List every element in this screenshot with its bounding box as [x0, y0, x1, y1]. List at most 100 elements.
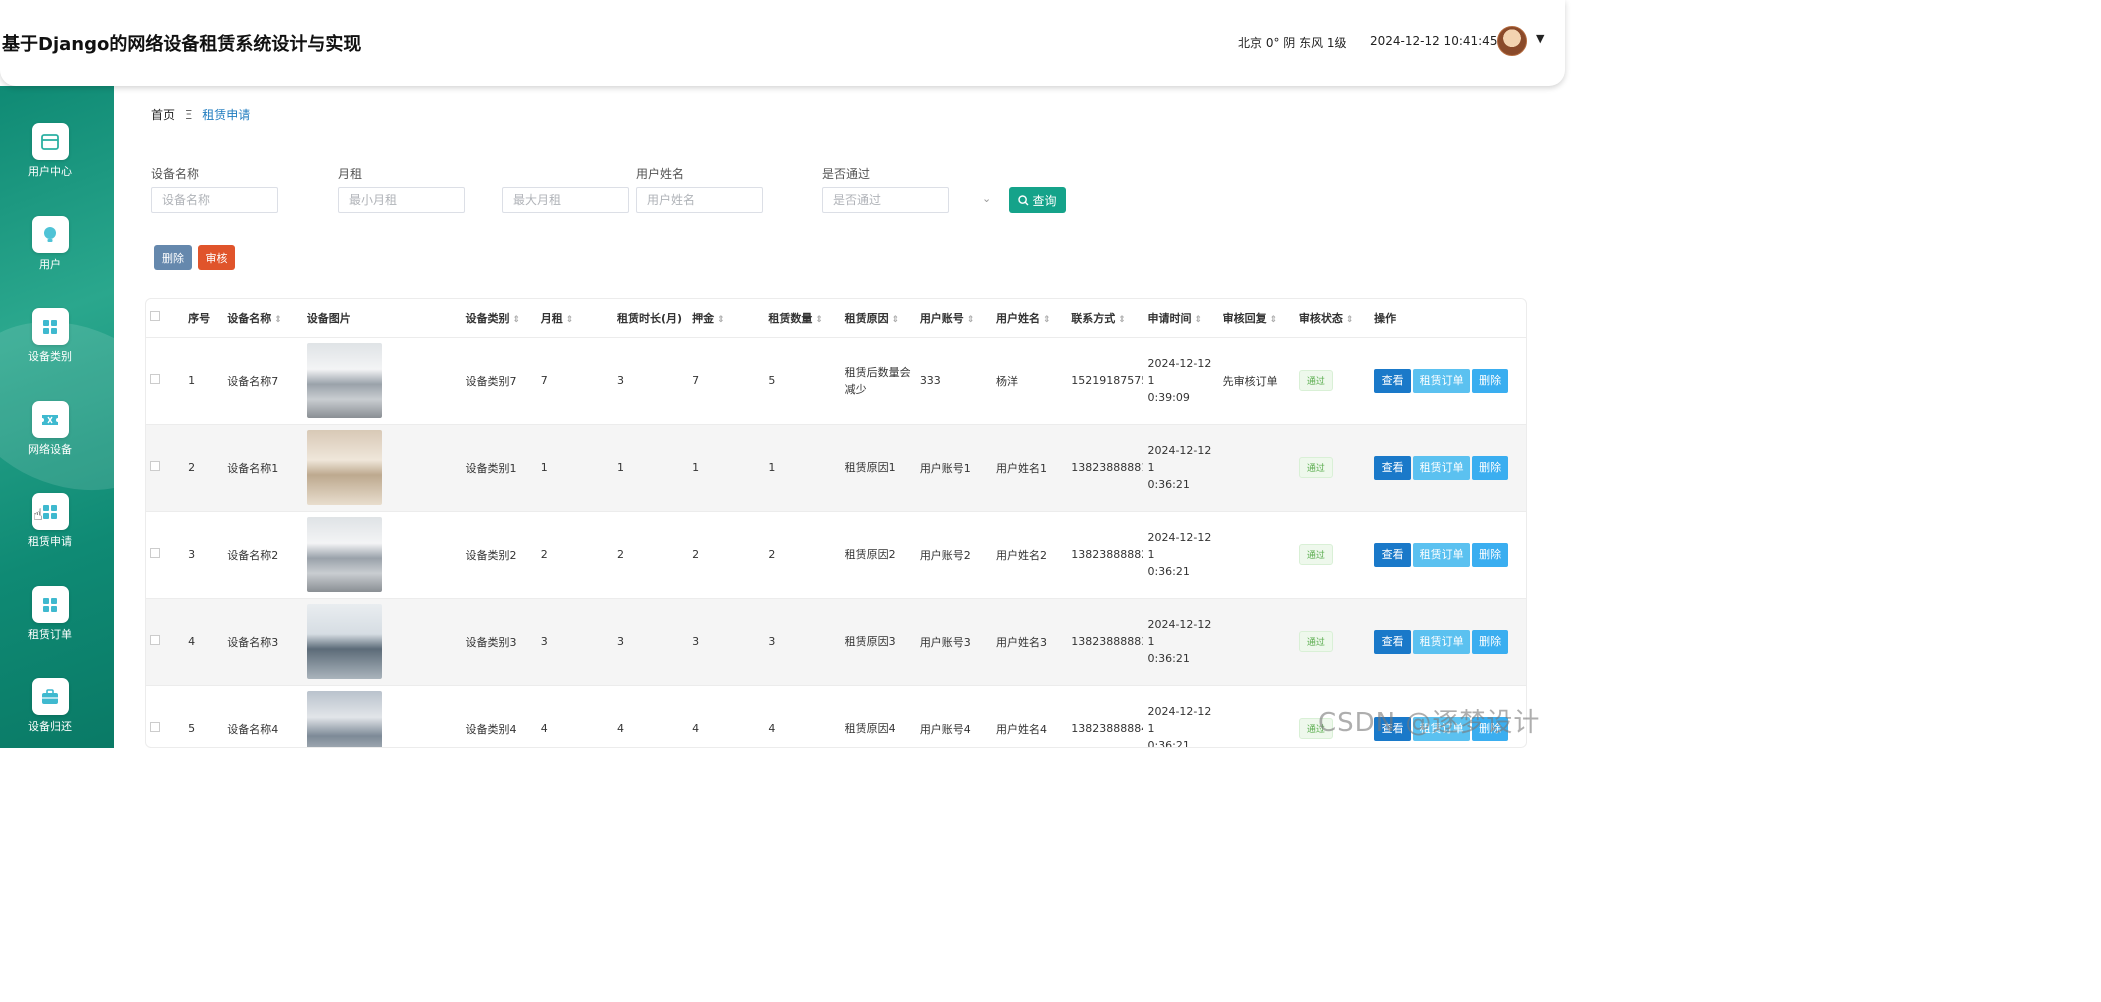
- user-name-input[interactable]: [636, 187, 763, 213]
- col-header[interactable]: 联系方式 ⇕: [1067, 299, 1143, 337]
- col-header[interactable]: 用户姓名 ⇕: [992, 299, 1067, 337]
- sidebar-item-label: 设备归还: [28, 720, 72, 733]
- delete-button[interactable]: 删除: [1472, 455, 1509, 480]
- device-thumbnail[interactable]: [306, 517, 382, 592]
- cell-review-reply: [1219, 424, 1295, 511]
- rental-order-button[interactable]: 租赁订单: [1413, 542, 1471, 567]
- col-header[interactable]: 申请时间 ⇕: [1143, 299, 1218, 337]
- cell-apply-time: 2024-12-12 1 0:39:09: [1147, 357, 1212, 404]
- sidebar-item-users[interactable]: 用户: [0, 216, 100, 272]
- sort-icon: ⇕: [1194, 314, 1203, 325]
- datetime-display: 2024-12-12 10:41:45: [1370, 34, 1498, 48]
- view-button[interactable]: 查看: [1374, 368, 1412, 393]
- query-button-label: 查询: [1032, 193, 1057, 208]
- watermark: CSDN @逐梦设计: [1318, 708, 1541, 738]
- cell-rent: 2: [540, 548, 548, 561]
- status-badge: 通过: [1298, 370, 1333, 391]
- caret-down-icon[interactable]: ▼: [1536, 32, 1544, 45]
- cell-quantity: 3: [768, 635, 776, 648]
- sidebar-item-network-device[interactable]: 网络设备: [0, 401, 100, 457]
- cell-user-name: 用户姓名3: [996, 635, 1048, 649]
- col-header[interactable]: 押金 ⇕: [688, 299, 764, 337]
- view-button[interactable]: 查看: [1374, 542, 1412, 567]
- cell-apply-time: 2024-12-12 1 0:36:21: [1147, 618, 1212, 665]
- delete-button[interactable]: 删除: [1472, 629, 1509, 654]
- sort-icon: ⇕: [1269, 314, 1278, 325]
- col-header[interactable]: 租赁时长(月): [613, 299, 688, 337]
- cell-device-name: 设备名称1: [227, 461, 279, 475]
- sidebar-item-label: 网络设备: [28, 443, 72, 456]
- cell-review-reply: [1219, 511, 1295, 598]
- cell-device-name: 设备名称3: [227, 635, 279, 649]
- briefcase-icon: [31, 678, 69, 715]
- cell-no: 2: [188, 461, 196, 474]
- batch-delete-button[interactable]: 删除: [154, 245, 192, 270]
- chevron-down-icon[interactable]: ⌄: [982, 192, 991, 205]
- approved-select[interactable]: [822, 187, 949, 213]
- cell-phone: 13823888881: [1071, 461, 1144, 474]
- col-header[interactable]: 审核状态 ⇕: [1295, 299, 1370, 337]
- col-header[interactable]: 设备类别 ⇕: [462, 299, 537, 337]
- device-thumbnail[interactable]: [306, 430, 382, 505]
- cell-category: 设备类别3: [465, 635, 517, 649]
- view-button[interactable]: 查看: [1374, 629, 1412, 654]
- cell-deposit: 7: [692, 374, 700, 387]
- delete-button[interactable]: 删除: [1472, 542, 1509, 567]
- col-header[interactable]: 设备名称 ⇕: [223, 299, 302, 337]
- min-rent-input[interactable]: [338, 187, 465, 213]
- cell-quantity: 5: [768, 374, 776, 387]
- row-checkbox[interactable]: [150, 374, 160, 384]
- cell-device-name: 设备名称2: [227, 548, 279, 562]
- sort-icon: ⇕: [1043, 314, 1051, 325]
- sidebar-item-rental-orders[interactable]: 租赁订单: [0, 586, 100, 642]
- device-thumbnail[interactable]: [306, 343, 382, 418]
- cell-no: 3: [188, 548, 196, 561]
- cell-quantity: 2: [768, 548, 776, 561]
- cell-device-image: [303, 598, 462, 685]
- rental-order-button[interactable]: 租赁订单: [1413, 455, 1471, 480]
- cell-no: 5: [188, 722, 196, 736]
- delete-button[interactable]: 删除: [1472, 368, 1509, 393]
- app-title: 基于Django的网络设备租赁系统设计与实现: [2, 34, 362, 55]
- query-button[interactable]: 查询: [1009, 187, 1066, 213]
- status-badge: 通过: [1298, 544, 1333, 565]
- sidebar-item-device-return[interactable]: 设备归还: [0, 678, 100, 734]
- cell-duration: 4: [616, 722, 624, 736]
- breadcrumb-home[interactable]: 首页: [151, 108, 175, 122]
- rental-order-button[interactable]: 租赁订单: [1413, 629, 1471, 654]
- col-header[interactable]: 审核回复 ⇕: [1219, 299, 1295, 337]
- col-header[interactable]: 用户账号 ⇕: [916, 299, 992, 337]
- sidebar-item-label: 租赁申请: [28, 535, 72, 548]
- sort-icon: ⇕: [891, 314, 900, 325]
- sidebar-item-device-category[interactable]: 设备类别: [0, 308, 100, 364]
- row-checkbox[interactable]: [150, 548, 160, 558]
- cell-operations: 查看 租赁订单 删除: [1370, 424, 1526, 511]
- sidebar-item-user-center[interactable]: 用户中心: [0, 123, 100, 179]
- cell-rent: 7: [540, 374, 548, 387]
- max-rent-input[interactable]: [502, 187, 629, 213]
- row-checkbox[interactable]: [150, 635, 160, 645]
- cell-user-name: 杨洋: [996, 374, 1019, 388]
- col-header[interactable]: 租赁数量 ⇕: [764, 299, 840, 337]
- row-checkbox[interactable]: [150, 461, 160, 471]
- table-row: 1 设备名称7 设备类别7 7 3 7 5 租赁后数量会减少 333 杨洋 15…: [146, 337, 1526, 424]
- filter-device-name-label: 设备名称: [151, 167, 200, 181]
- col-header[interactable]: 租赁原因 ⇕: [841, 299, 916, 337]
- cell-operations: 查看 租赁订单 删除: [1370, 598, 1526, 685]
- batch-review-button[interactable]: 审核: [198, 245, 235, 270]
- cell-duration: 1: [616, 461, 624, 474]
- cell-phone: 15219187575: [1071, 374, 1144, 387]
- sidebar-item-rental-application[interactable]: 租赁申请: [0, 493, 100, 549]
- device-name-input[interactable]: [151, 187, 278, 213]
- cell-operations: 查看 租赁订单 删除: [1370, 511, 1526, 598]
- cell-phone: 13823888882: [1071, 548, 1144, 561]
- select-all-checkbox[interactable]: [150, 311, 160, 322]
- col-header[interactable]: 月租 ⇕: [537, 299, 613, 337]
- rental-order-button[interactable]: 租赁订单: [1413, 368, 1471, 393]
- row-checkbox[interactable]: [150, 722, 160, 733]
- view-button[interactable]: 查看: [1374, 455, 1412, 480]
- device-thumbnail[interactable]: [306, 604, 382, 679]
- device-thumbnail[interactable]: [306, 691, 382, 747]
- sort-icon: ⇕: [1345, 314, 1354, 325]
- avatar[interactable]: [1497, 26, 1527, 56]
